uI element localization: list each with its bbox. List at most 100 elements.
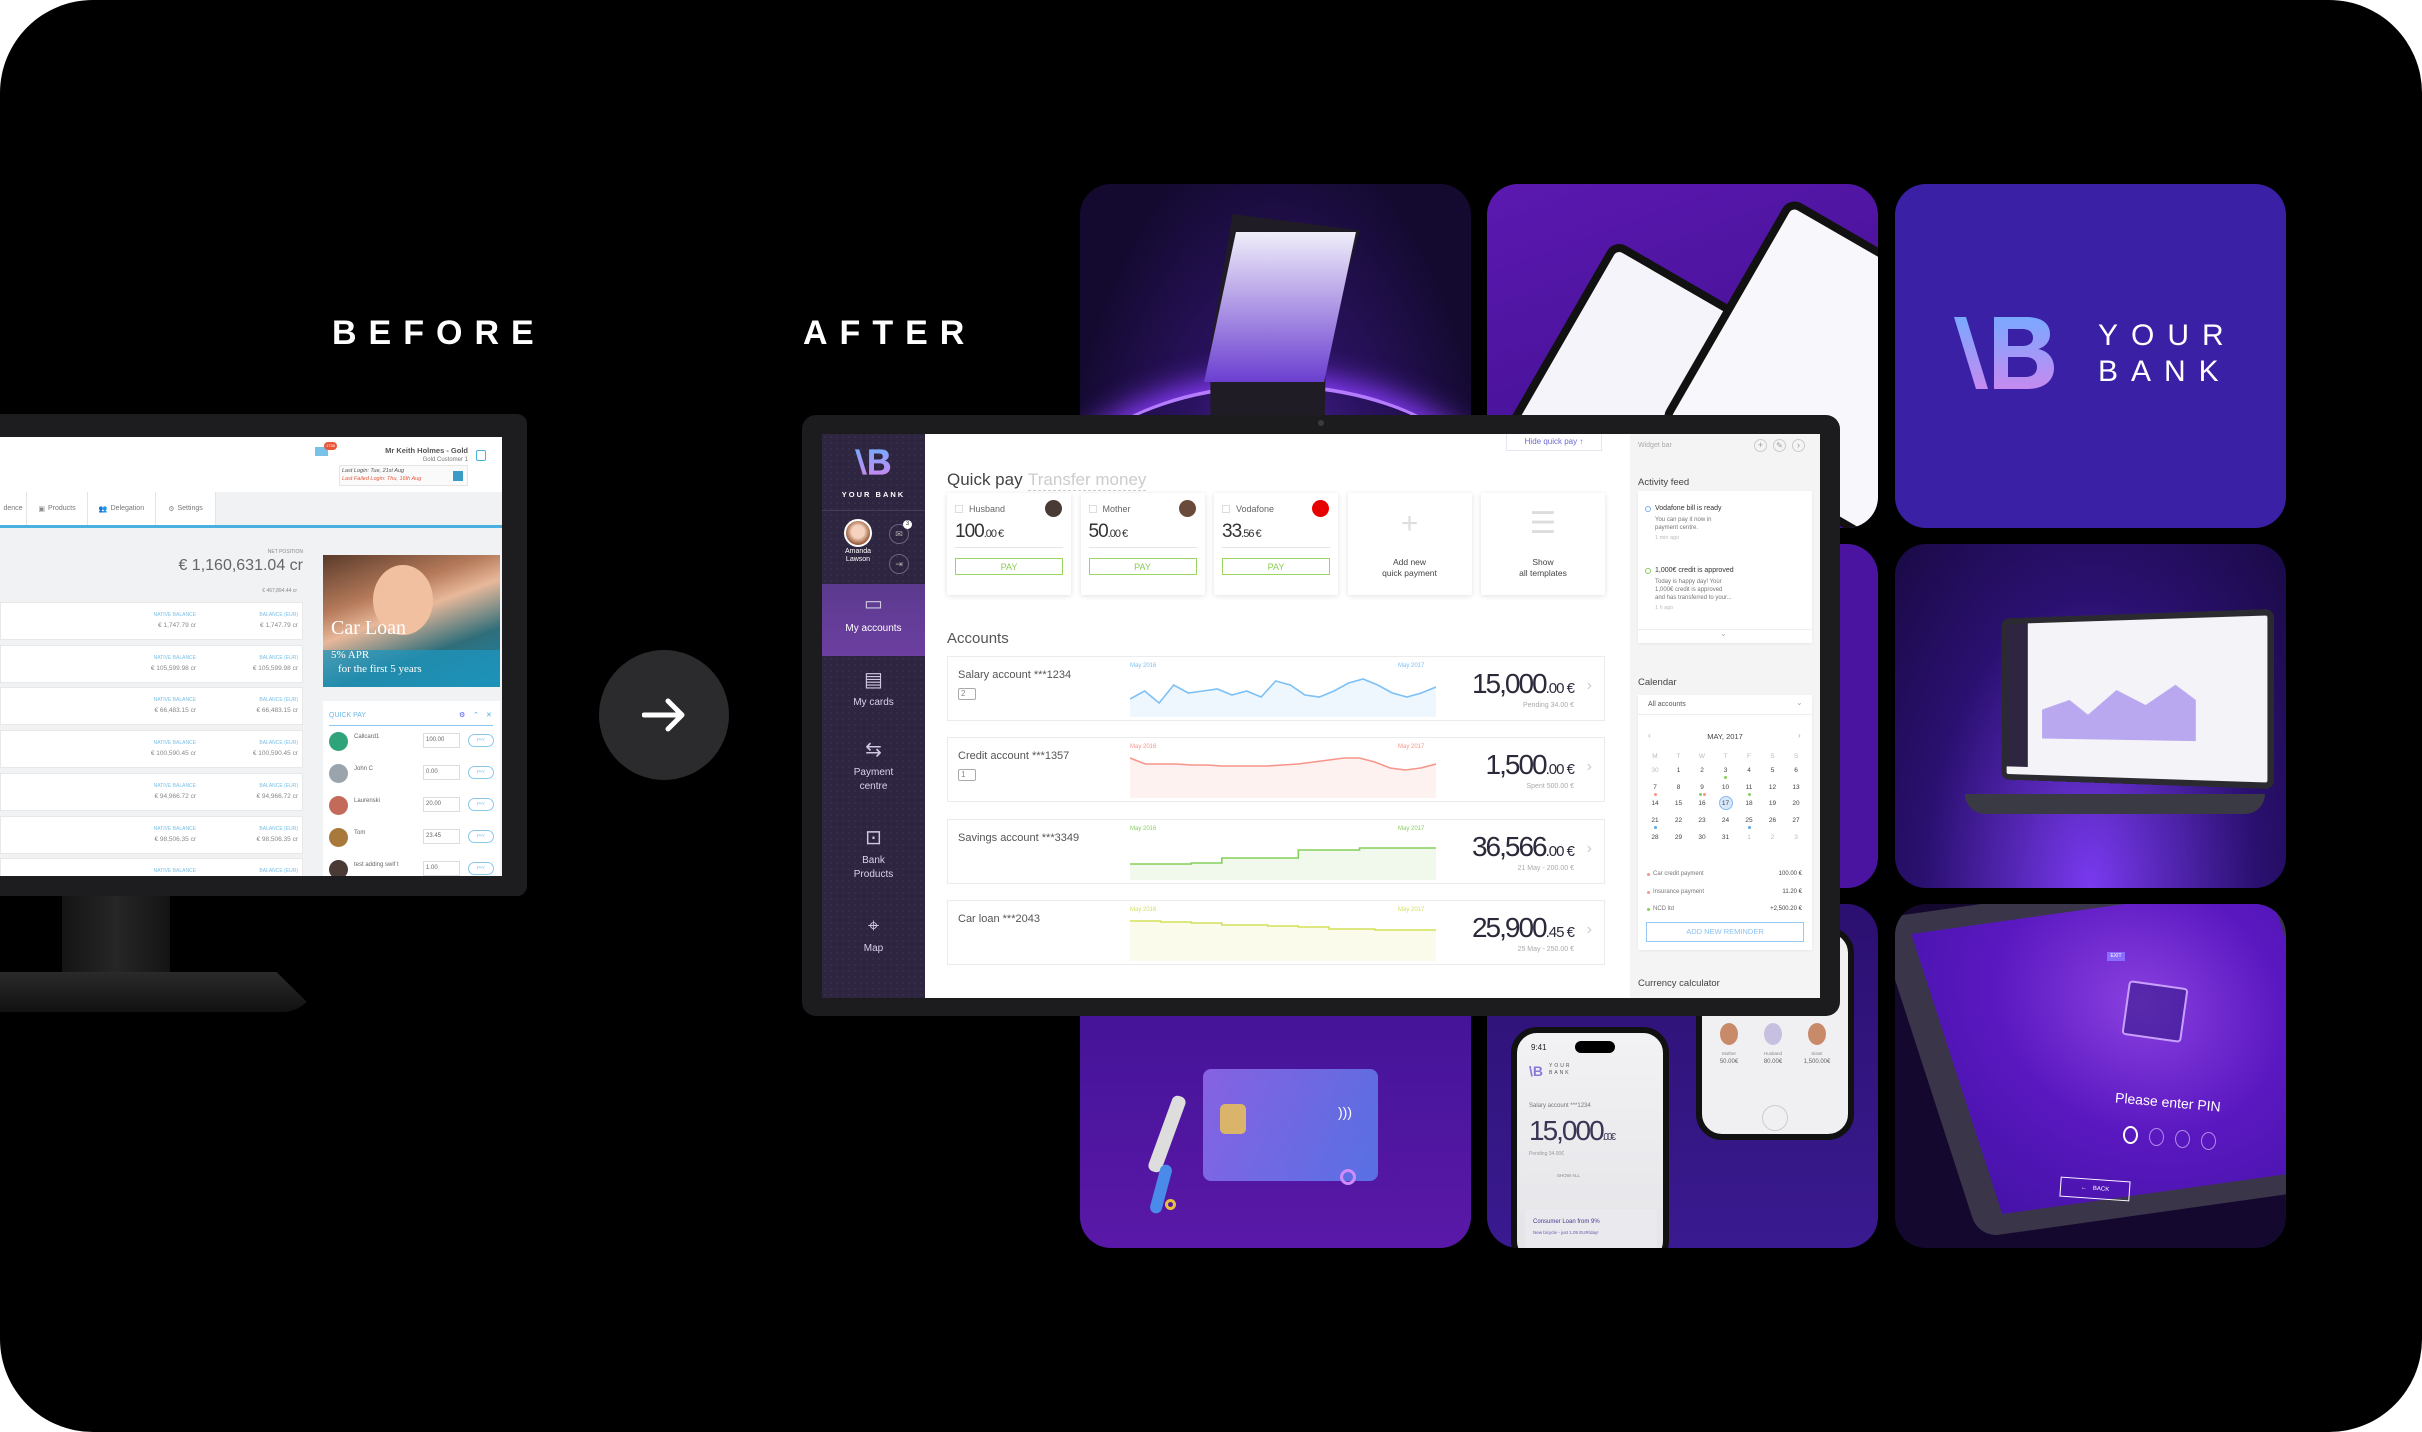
account-row[interactable]: NATIVE BALANCE BALANCE (EUR) € 100,590.45 …: [0, 730, 303, 769]
calendar-day[interactable]: 16: [1690, 800, 1714, 807]
calendar-day[interactable]: 19: [1761, 800, 1785, 807]
checkbox[interactable]: [955, 505, 963, 513]
calendar-day[interactable]: 22: [1667, 817, 1691, 824]
feed-item-title[interactable]: 1,000€ credit is approved: [1655, 567, 1734, 574]
avatar[interactable]: [844, 519, 872, 547]
quick-pay-card[interactable]: Vodafone 33.56 € PAY: [1214, 493, 1338, 595]
quick-pay-card[interactable]: Mother 50.00 € PAY: [1080, 493, 1205, 595]
pay-button[interactable]: PAY: [468, 830, 494, 843]
calendar-day[interactable]: 24: [1714, 817, 1738, 824]
calendar-day[interactable]: 31: [1714, 834, 1738, 841]
checkbox[interactable]: [1222, 505, 1230, 513]
add-reminder-button[interactable]: ADD NEW REMINDER: [1646, 922, 1804, 942]
calendar-day[interactable]: 14: [1643, 800, 1667, 807]
calendar-day[interactable]: 1: [1737, 834, 1761, 841]
calendar-day[interactable]: 12: [1761, 784, 1785, 791]
account-row[interactable]: NATIVE BALANCE BALANCE (EUR) € 105,599.98 …: [0, 644, 303, 683]
calendar-day[interactable]: 6: [1784, 767, 1808, 774]
pay-button[interactable]: PAY: [1222, 558, 1330, 575]
chevron-right-icon[interactable]: ›: [1587, 758, 1592, 776]
amount-input[interactable]: 20.00: [423, 797, 460, 812]
calendar-day[interactable]: 18: [1737, 800, 1761, 807]
amount-input[interactable]: 0.00: [423, 765, 460, 780]
pay-button[interactable]: PAY: [955, 558, 1063, 575]
payment-amount[interactable]: 50.00 €: [1089, 521, 1129, 543]
phone-show-all[interactable]: SHOW ALL: [1557, 1173, 1580, 1178]
tab-transfer-money[interactable]: Transfer money: [1028, 470, 1147, 491]
calendar-day[interactable]: 20: [1784, 800, 1808, 807]
calendar-day[interactable]: 21: [1643, 817, 1667, 830]
pay-button[interactable]: PAY: [1088, 558, 1197, 575]
sidebar-item-payment-centre[interactable]: ⇆ Payment centre: [822, 730, 925, 796]
payment-amount[interactable]: 100.00 €: [955, 521, 1004, 543]
account-row[interactable]: Salary account ***1234 2 May 2016 May 2017 1…: [947, 656, 1605, 721]
quick-pay-card[interactable]: Husband 100.00 € PAY: [947, 493, 1071, 595]
amount-input[interactable]: 23.45: [423, 829, 460, 844]
account-row[interactable]: NATIVE BALANCE BALANCE (EUR) € 94,966.72 c…: [0, 772, 303, 811]
sidebar-item-my-accounts[interactable]: ▭ My accounts: [822, 584, 925, 656]
calendar-day[interactable]: 9: [1690, 784, 1714, 796]
checkbox[interactable]: [1088, 505, 1097, 513]
calendar-day[interactable]: 4: [1737, 767, 1761, 774]
calendar-day[interactable]: 10: [1714, 784, 1738, 791]
sidebar-item-bank-products[interactable]: ⊡ Bank Products: [822, 818, 925, 884]
nav-item[interactable]: dence: [0, 492, 27, 525]
calendar-day[interactable]: 28: [1643, 834, 1667, 841]
close-icon[interactable]: ✕: [486, 711, 492, 719]
add-quick-payment-card[interactable]: + Add new quick payment: [1347, 493, 1472, 595]
promo-banner[interactable]: Consumer Loan from 9% New bicycle - just…: [1525, 1209, 1657, 1248]
pay-button[interactable]: PAY: [468, 862, 494, 875]
calendar-day[interactable]: 26: [1761, 817, 1785, 824]
calendar-day[interactable]: 5: [1761, 767, 1785, 774]
car-loan-ad[interactable]: Car Loan 5% APR for the first 5 years: [323, 555, 500, 687]
contact-avatar[interactable]: [1808, 1023, 1826, 1045]
show-templates-card[interactable]: ☰ Show all templates: [1481, 493, 1605, 595]
info-icon[interactable]: [453, 471, 463, 481]
calendar-day[interactable]: 8: [1667, 784, 1691, 791]
chevron-right-icon[interactable]: ›: [1587, 677, 1592, 695]
account-row[interactable]: Savings account ***3349 May 2016 May 2017 3…: [947, 818, 1605, 884]
add-widget-icon[interactable]: +: [1754, 439, 1767, 452]
calendar-day[interactable]: 3: [1784, 834, 1808, 841]
chevron-right-icon[interactable]: ›: [1587, 921, 1592, 939]
calendar-day[interactable]: 23: [1690, 817, 1714, 824]
calendar-day[interactable]: 29: [1667, 834, 1691, 841]
hide-quick-pay-button[interactable]: Hide quick pay ↑: [1506, 434, 1602, 451]
next-month-icon[interactable]: ›: [1798, 731, 1801, 740]
calendar-day[interactable]: 30: [1643, 767, 1667, 774]
account-row[interactable]: NATIVE BALANCE BALANCE (EUR): [0, 858, 303, 876]
calendar-day[interactable]: 15: [1667, 800, 1691, 807]
account-row[interactable]: NATIVE BALANCE BALANCE (EUR) € 1,747.79 cr…: [0, 602, 303, 640]
logout-icon[interactable]: [476, 450, 486, 461]
amount-input[interactable]: 100.00: [423, 733, 460, 748]
calendar-day[interactable]: 27: [1784, 817, 1808, 824]
payment-amount[interactable]: 33.56 €: [1222, 521, 1262, 543]
pay-button[interactable]: PAY: [468, 766, 494, 779]
calendar-day[interactable]: 7: [1643, 784, 1667, 796]
calendar-day[interactable]: 11: [1737, 784, 1761, 796]
account-row[interactable]: NATIVE BALANCE BALANCE (EUR) € 98,506.35 c…: [0, 815, 303, 854]
chevron-right-icon[interactable]: ›: [1792, 439, 1805, 452]
contact-avatar[interactable]: [1720, 1023, 1738, 1045]
tab-quick-pay[interactable]: Quick pay: [947, 470, 1023, 490]
contact-avatar[interactable]: [1764, 1023, 1782, 1045]
calendar-day[interactable]: 2: [1690, 767, 1714, 774]
logout-icon[interactable]: ⇥: [889, 554, 909, 574]
chevron-down-icon[interactable]: ⌄: [1720, 629, 1727, 638]
calendar-day[interactable]: 3: [1714, 767, 1738, 779]
pay-button[interactable]: PAY: [468, 734, 494, 747]
feed-item-title[interactable]: Vodafone bill is ready: [1655, 505, 1722, 512]
calendar-day[interactable]: 2: [1761, 834, 1785, 841]
transfer-fab[interactable]: [1762, 1105, 1788, 1131]
nav-item[interactable]: 👥 Delegation: [88, 492, 156, 525]
edit-icon[interactable]: ✎: [1773, 439, 1786, 452]
account-row[interactable]: NATIVE BALANCE BALANCE (EUR) € 66,483.15 c…: [0, 687, 303, 726]
sidebar-item-my-cards[interactable]: ▤ My cards: [822, 660, 925, 726]
chevron-right-icon[interactable]: ›: [1587, 840, 1592, 858]
amount-input[interactable]: 1.00: [423, 861, 460, 876]
nav-item[interactable]: ▣ Products: [27, 492, 88, 525]
calendar-day[interactable]: 13: [1784, 784, 1808, 791]
calendar-day-selected[interactable]: 17: [1714, 796, 1738, 811]
account-row[interactable]: Car loan ***2043 May 2016 May 2017 25,900.4…: [947, 899, 1605, 965]
exit-button[interactable]: EXIT: [2107, 952, 2125, 961]
